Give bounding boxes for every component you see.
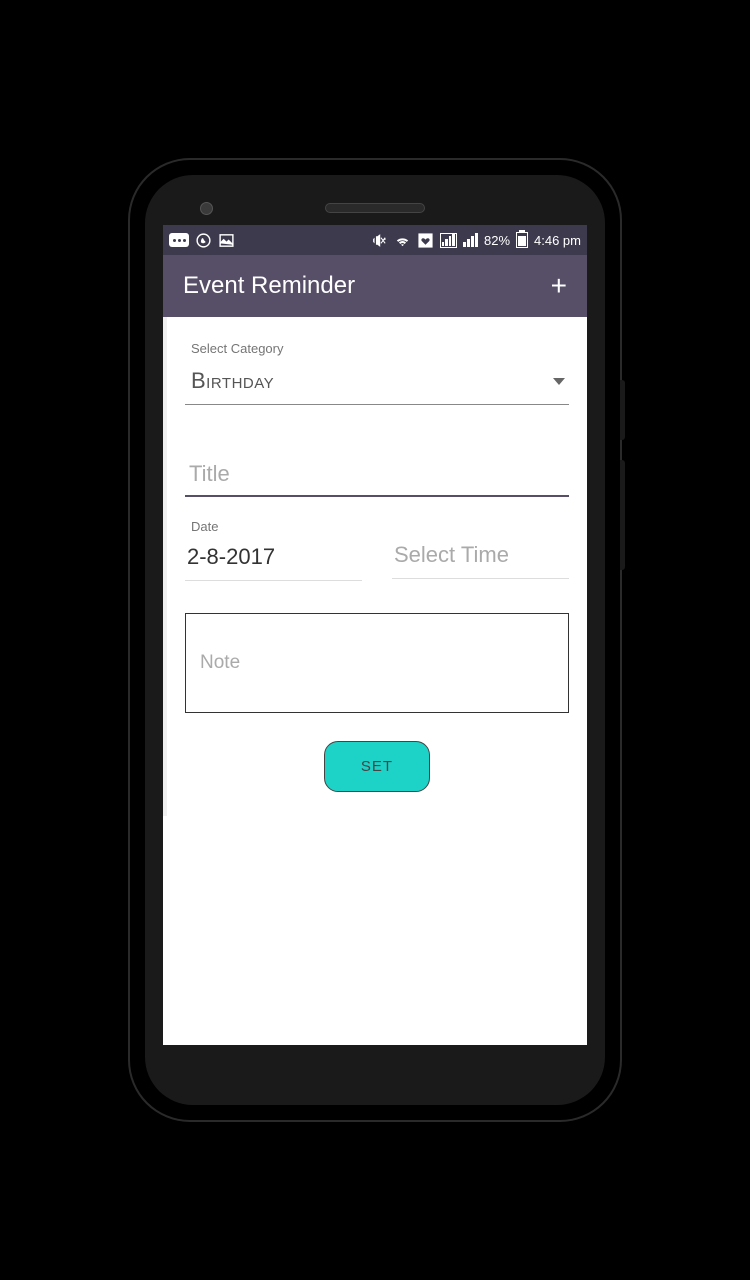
title-input[interactable]	[185, 453, 569, 497]
time-input[interactable]: Select Time	[392, 536, 569, 579]
heart-icon	[417, 232, 434, 249]
date-label: Date	[191, 519, 362, 534]
phone-camera	[200, 202, 213, 215]
date-column: Date 2-8-2017	[185, 519, 362, 581]
whatsapp-icon	[195, 232, 212, 249]
status-right: 82% 4:46 pm	[371, 232, 581, 249]
app-bar: Event Reminder +	[163, 255, 587, 317]
phone-side-button	[620, 380, 625, 440]
category-value: Birthday	[191, 368, 274, 394]
form-content: Select Category Birthday Date 2-8-2017 S…	[163, 317, 587, 816]
signal-bars-icon	[463, 233, 478, 247]
phone-frame: 82% 4:46 pm Event Reminder + Select Cate…	[130, 160, 620, 1120]
battery-icon	[516, 232, 528, 248]
note-input[interactable]: Note	[185, 613, 569, 713]
date-input[interactable]: 2-8-2017	[185, 538, 362, 581]
add-icon[interactable]: +	[551, 270, 567, 302]
time-column: Select Time	[392, 519, 569, 581]
phone-side-button	[620, 460, 625, 570]
status-time: 4:46 pm	[534, 233, 581, 248]
category-label: Select Category	[191, 341, 569, 356]
status-bar: 82% 4:46 pm	[163, 225, 587, 255]
screen: 82% 4:46 pm Event Reminder + Select Cate…	[163, 225, 587, 1045]
category-select[interactable]: Birthday	[185, 360, 569, 405]
phone-speaker	[325, 203, 425, 213]
wifi-icon	[394, 232, 411, 249]
vibrate-icon	[371, 232, 388, 249]
set-button[interactable]: SET	[324, 741, 430, 792]
signal-box-icon	[440, 233, 457, 248]
status-left	[169, 232, 235, 249]
notification-icon	[169, 233, 189, 247]
app-title: Event Reminder	[183, 272, 355, 300]
date-time-row: Date 2-8-2017 Select Time	[185, 519, 569, 581]
battery-percent: 82%	[484, 233, 510, 248]
phone-bezel: 82% 4:46 pm Event Reminder + Select Cate…	[145, 175, 605, 1105]
chevron-down-icon	[553, 378, 565, 385]
image-icon	[218, 232, 235, 249]
